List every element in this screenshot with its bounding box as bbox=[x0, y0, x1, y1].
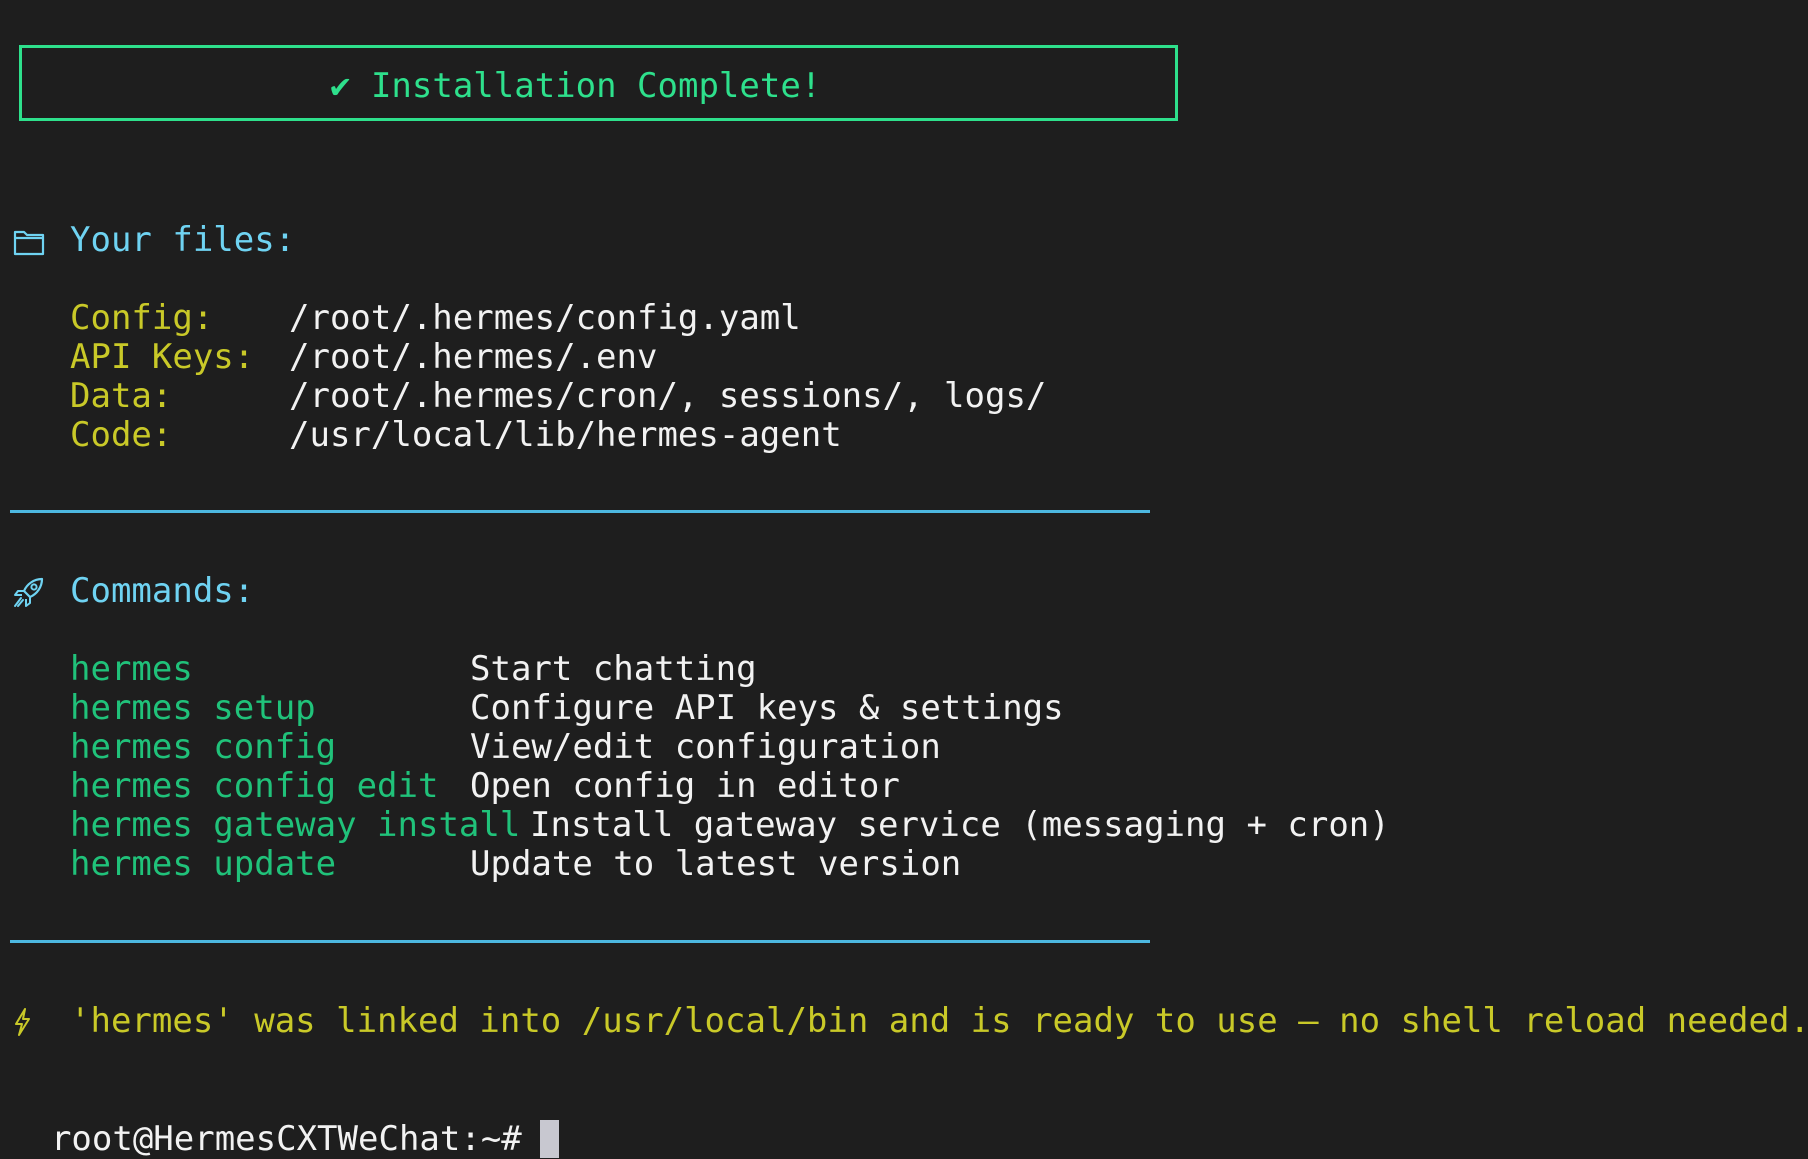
linked-notice: 'hermes' was linked into /usr/local/bin … bbox=[70, 1001, 1808, 1041]
file-label: Code: bbox=[70, 415, 173, 455]
file-label: Config: bbox=[70, 298, 214, 338]
file-path: /root/.hermes/.env bbox=[289, 337, 658, 377]
shell-prompt[interactable]: root@HermesCXTWeChat:~# bbox=[10, 1079, 559, 1159]
section-divider bbox=[10, 510, 1150, 513]
file-label: API Keys: bbox=[70, 337, 255, 377]
command-description: View/edit configuration bbox=[470, 727, 941, 767]
command-description: Install gateway service (messaging + cro… bbox=[530, 805, 1390, 845]
file-path: /usr/local/lib/hermes-agent bbox=[289, 415, 842, 455]
folder-icon bbox=[13, 230, 45, 256]
command-name: hermes gateway install bbox=[70, 805, 521, 845]
command-name: hermes bbox=[70, 649, 193, 689]
prompt-text: root@HermesCXTWeChat:~# bbox=[50, 1119, 522, 1159]
command-name: hermes setup bbox=[70, 688, 316, 728]
commands-heading: Commands: bbox=[70, 571, 255, 611]
command-name: hermes config bbox=[70, 727, 337, 767]
command-description: Update to latest version bbox=[470, 844, 962, 884]
file-label: Data: bbox=[70, 376, 173, 416]
command-name: hermes config edit bbox=[70, 766, 439, 806]
command-description: Configure API keys & settings bbox=[470, 688, 1064, 728]
command-name: hermes update bbox=[70, 844, 337, 884]
cursor bbox=[539, 1120, 559, 1158]
rocket-icon bbox=[14, 577, 44, 607]
file-path: /root/.hermes/config.yaml bbox=[289, 298, 801, 338]
file-path: /root/.hermes/cron/, sessions/, logs/ bbox=[289, 376, 1047, 416]
installation-complete-banner: ✔ Installation Complete! bbox=[19, 45, 1178, 121]
files-heading: Your files: bbox=[70, 220, 296, 260]
command-description: Start chatting bbox=[470, 649, 757, 689]
command-description: Open config in editor bbox=[470, 766, 900, 806]
banner-text: ✔ Installation Complete! bbox=[330, 66, 822, 106]
section-divider bbox=[10, 940, 1150, 943]
lightning-icon bbox=[15, 1008, 30, 1036]
